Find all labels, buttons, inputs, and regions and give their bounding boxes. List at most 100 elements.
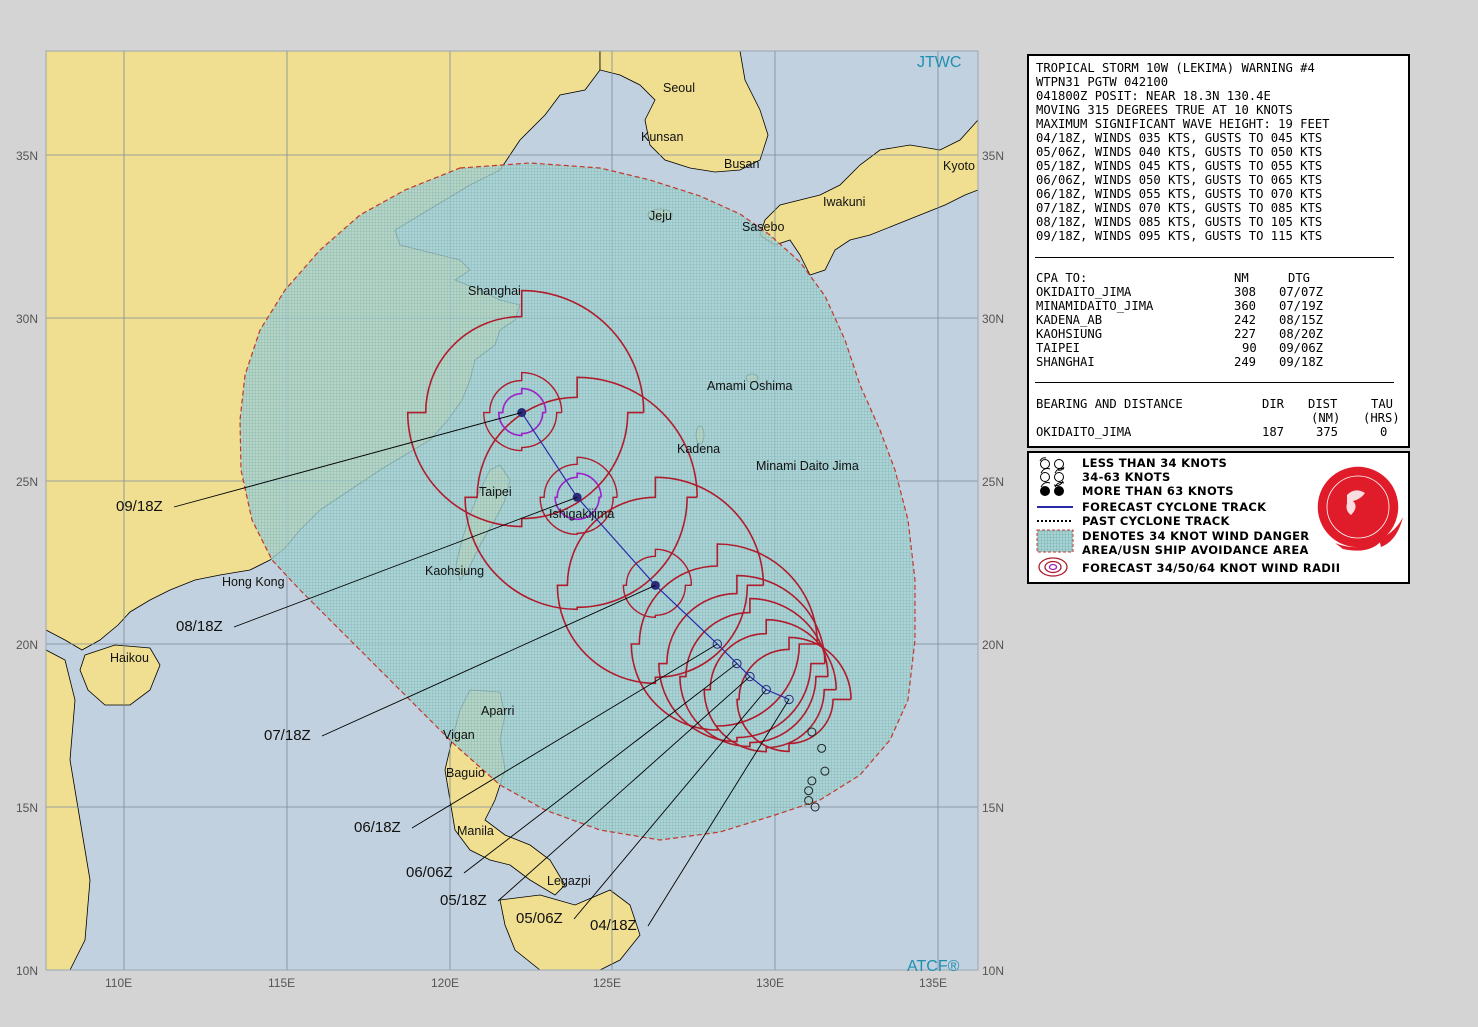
lat-label-right: 30N xyxy=(982,312,1004,326)
bearing-header-dist: DIST xyxy=(1308,397,1338,411)
bearing-dist-unit: (NM) xyxy=(1311,411,1341,425)
lat-label-right: 20N xyxy=(982,638,1004,652)
typhoon-warning-map: 04/18Z 05/06Z 05/18Z 06/06Z 06/18Z 07/18Z 08/1… xyxy=(0,0,1020,1027)
cpa-place: TAIPEI xyxy=(1036,341,1081,355)
lon-label: 110E xyxy=(105,976,132,990)
place-label: Legazpi xyxy=(547,874,591,888)
cpa-header-nm: NM xyxy=(1234,271,1249,285)
warning-line: 06/06Z, WINDS 050 KTS, GUSTS TO 065 KTS xyxy=(1036,173,1323,187)
warning-line: 05/18Z, WINDS 045 KTS, GUSTS TO 055 KTS xyxy=(1036,159,1323,173)
place-label: Baguio xyxy=(446,766,485,780)
cpa-row: TAIPEI 90 09/06Z xyxy=(1036,341,1396,356)
place-label: Iwakuni xyxy=(823,195,865,209)
place-label: Taipei xyxy=(479,485,512,499)
place-label: Aparri xyxy=(481,704,514,718)
cpa-header-label: CPA TO: xyxy=(1036,271,1088,285)
lon-label: 125E xyxy=(593,976,621,990)
cpa-dtg: 08/20Z xyxy=(1279,327,1324,341)
place-label: Jeju xyxy=(649,209,672,223)
cpa-row: OKIDAITO_JIMA 308 07/07Z xyxy=(1036,285,1396,300)
lat-label-left: 25N xyxy=(16,475,38,489)
legend-label: PAST CYCLONE TRACK xyxy=(1082,514,1230,528)
lat-label-left: 20N xyxy=(16,638,38,652)
cpa-row: MINAMIDAITO_JIMA 360 07/19Z xyxy=(1036,299,1396,314)
lat-label-right: 15N xyxy=(982,801,1004,815)
bearing-units: (NM) (HRS) xyxy=(1036,411,1400,426)
place-label: Hong Kong xyxy=(222,575,285,589)
legend-label: DENOTES 34 KNOT WIND DANGER xyxy=(1082,529,1310,543)
danger-area-icon xyxy=(1036,529,1074,553)
cpa-dtg: 07/19Z xyxy=(1279,299,1324,313)
forecast-time-label: 06/06Z xyxy=(406,864,453,881)
jtwc-seal-logo xyxy=(1316,465,1403,551)
place-label: Kyoto xyxy=(943,159,975,173)
forecast-time-label: 07/18Z xyxy=(264,727,311,744)
legend-panel: LESS THAN 34 KNOTS 34-63 KNOTS MORE THAN… xyxy=(1027,451,1410,584)
wind-radii-icon xyxy=(1038,557,1068,577)
warning-line: MAXIMUM SIGNIFICANT WAVE HEIGHT: 19 FEET xyxy=(1036,117,1330,131)
bearing-tau-unit: (HRS) xyxy=(1363,411,1400,425)
cpa-dtg: 08/15Z xyxy=(1279,313,1324,327)
cpa-place: KAOHSIUNG xyxy=(1036,327,1103,341)
warning-line: 08/18Z, WINDS 085 KTS, GUSTS TO 105 KTS xyxy=(1036,215,1323,229)
cpa-dtg: 09/06Z xyxy=(1279,341,1324,355)
legend-label: MORE THAN 63 KNOTS xyxy=(1082,484,1234,498)
place-label: Manila xyxy=(457,824,494,838)
bearing-row: OKIDAITO_JIMA 187 375 0 xyxy=(1036,425,1396,440)
forecast-time-label: 04/18Z xyxy=(590,917,637,934)
place-label: Haikou xyxy=(110,651,149,665)
cpa-nm: 90 xyxy=(1242,341,1257,355)
place-label: Amami Oshima xyxy=(707,379,792,393)
bearing-header-tau: TAU xyxy=(1371,397,1394,411)
bearing-dir: 187 xyxy=(1262,425,1285,439)
cpa-dtg: 09/18Z xyxy=(1279,355,1324,369)
warning-line: 041800Z POSIT: NEAR 18.3N 130.4E xyxy=(1036,89,1271,103)
place-label: Sasebo xyxy=(742,220,784,234)
atcf-label: ATCF® xyxy=(907,958,960,975)
forecast-time-label: 08/18Z xyxy=(176,618,223,635)
map-canvas: 04/18Z 05/06Z 05/18Z 06/06Z 06/18Z 07/18Z 08/1… xyxy=(16,50,1004,990)
forecast-time-label: 09/18Z xyxy=(116,498,163,515)
forecast-time-label: 05/18Z xyxy=(440,892,487,909)
cpa-header-dtg: DTG xyxy=(1288,271,1311,285)
lat-label-left: 15N xyxy=(16,801,38,815)
lat-label-right: 35N xyxy=(982,149,1004,163)
warning-line: WTPN31 PGTW 042100 xyxy=(1036,75,1169,89)
cpa-nm: 242 xyxy=(1234,313,1257,327)
place-label: Ishigakijima xyxy=(549,507,614,521)
legend-label: 34-63 KNOTS xyxy=(1082,470,1171,484)
place-label: Kadena xyxy=(677,442,720,456)
cpa-row: KAOHSIUNG 227 08/20Z xyxy=(1036,327,1396,342)
cpa-header: CPA TO: NM DTG xyxy=(1036,271,1396,286)
bearing-header-label: BEARING AND DISTANCE xyxy=(1036,397,1183,411)
warning-line: MOVING 315 DEGREES TRUE AT 10 KNOTS xyxy=(1036,103,1293,117)
place-label: Minami Daito Jima xyxy=(756,459,859,473)
lon-label: 115E xyxy=(268,976,295,990)
jtwc-label: JTWC xyxy=(917,54,961,71)
lat-label-right: 10N xyxy=(982,964,1004,978)
bearing-place: OKIDAITO_JIMA xyxy=(1036,425,1132,439)
legend-label: FORECAST 34/50/64 KNOT WIND RADII xyxy=(1082,561,1341,575)
lat-label-left: 10N xyxy=(16,964,38,978)
lat-label-right: 25N xyxy=(982,475,1004,489)
legend-label: FORECAST CYCLONE TRACK xyxy=(1082,500,1267,514)
cpa-place: SHANGHAI xyxy=(1036,355,1095,369)
cpa-nm: 308 xyxy=(1234,285,1257,299)
lat-label-left: 30N xyxy=(16,312,38,326)
place-label: Kaohsiung xyxy=(425,564,484,578)
place-label: Seoul xyxy=(663,81,695,95)
cpa-dtg: 07/07Z xyxy=(1279,285,1324,299)
place-label: Vigan xyxy=(443,728,475,742)
cpa-nm: 360 xyxy=(1234,299,1257,313)
forecast-time-label: 06/18Z xyxy=(354,819,401,836)
bearing-header: BEARING AND DISTANCE DIR DIST TAU xyxy=(1036,397,1396,412)
lon-label: 130E xyxy=(756,976,784,990)
warning-line: 04/18Z, WINDS 035 KTS, GUSTS TO 045 KTS xyxy=(1036,131,1323,145)
warning-line: 06/18Z, WINDS 055 KTS, GUSTS TO 070 KTS xyxy=(1036,187,1323,201)
lon-label: 135E xyxy=(919,976,947,990)
cpa-place: MINAMIDAITO_JIMA xyxy=(1036,299,1154,313)
warning-line: 05/06Z, WINDS 040 KTS, GUSTS TO 050 KTS xyxy=(1036,145,1323,159)
cpa-place: KADENA_AB xyxy=(1036,313,1103,327)
forecast-time-label: 05/06Z xyxy=(516,910,563,927)
warning-line: 07/18Z, WINDS 070 KTS, GUSTS TO 085 KTS xyxy=(1036,201,1323,215)
